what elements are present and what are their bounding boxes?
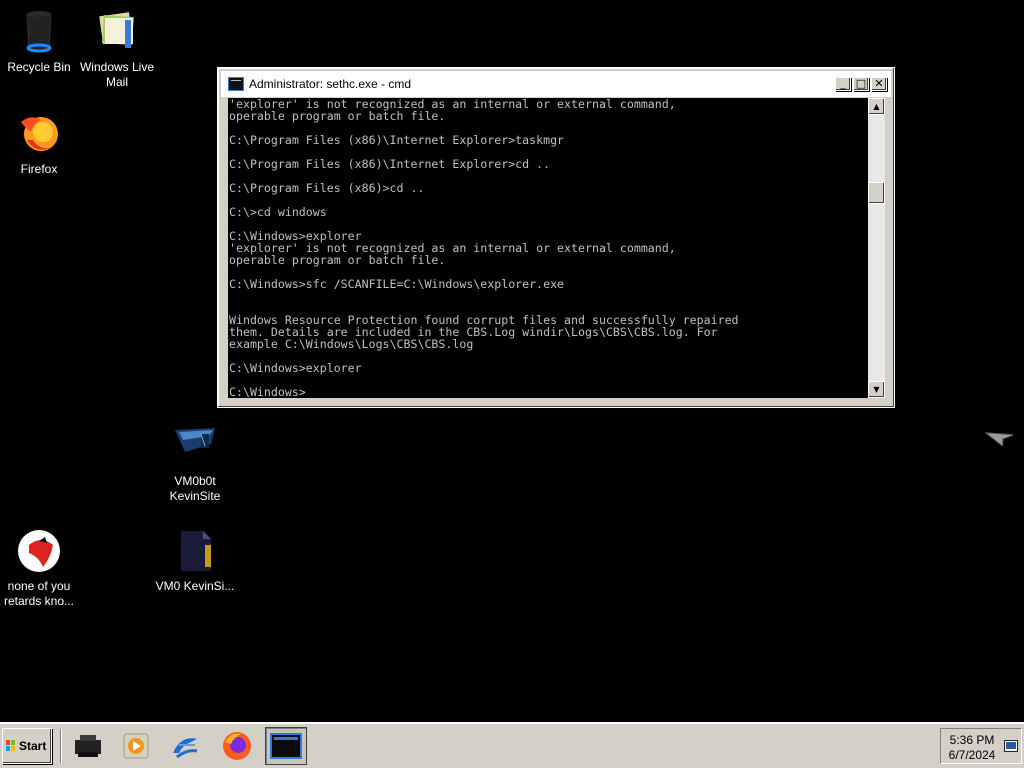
title-bar[interactable]: Administrator: sethc.exe - cmd _ □ ✕ [221,71,891,97]
window-title: Administrator: sethc.exe - cmd [249,77,412,91]
desktop-icon-vm0-kevinsite[interactable]: VM0 KevinSi... [153,527,237,594]
cmd-window[interactable]: Administrator: sethc.exe - cmd _ □ ✕ 'ex… [217,67,895,408]
taskbar-app-printer[interactable] [67,727,109,765]
recycle-bin-icon [15,8,63,56]
desktop-icon-none-of-you[interactable]: none of you retards kno... [0,527,81,609]
cmd-window-icon [228,77,244,91]
clock[interactable]: 5:36 PM 6/7/2024 [945,733,999,763]
desktop-icon-label: Recycle Bin [7,60,71,74]
console-text: 'explorer' is not recognized as an inter… [229,98,739,398]
start-label: Start [19,739,47,753]
scroll-down-button[interactable]: ▼ [868,381,885,398]
firefox-icon [15,110,63,158]
cmd-icon [270,733,302,759]
taskbar-app-cmd[interactable] [265,727,307,765]
start-button[interactable]: Start [2,728,52,764]
desktop-icon-label: Firefox [20,162,58,176]
taskbar-app-media-player[interactable] [115,727,157,765]
cursor-icon [985,432,1013,446]
windows-logo-icon [6,740,16,752]
taskbar-app-firefox[interactable] [216,727,258,765]
taskbar-app-browser[interactable] [164,727,206,765]
system-tray: 5:36 PM 6/7/2024 [940,728,1022,764]
maximize-button[interactable]: □ [853,77,869,91]
printer-icon [75,735,101,757]
desktop-icon-label: VM0b0t KevinSite [169,474,221,503]
desktop-icon-label: Windows Live Mail [79,60,155,89]
firefox-icon [223,732,251,760]
desktop-icon-firefox[interactable]: Firefox [0,110,81,177]
vertical-scrollbar[interactable]: ▲ ▼ [868,98,885,398]
close-button[interactable]: ✕ [871,77,887,91]
edge-legacy-icon [173,738,198,759]
desktop-icon-recycle-bin[interactable]: Recycle Bin [0,8,81,75]
media-player-icon [123,733,149,759]
shortcut-icon [171,422,219,470]
clock-date: 6/7/2024 [948,748,996,762]
clock-time: 5:36 PM [949,733,995,747]
mail-icon [93,8,141,56]
minimize-button[interactable]: _ [835,77,851,91]
scroll-up-button[interactable]: ▲ [868,98,885,115]
scroll-thumb[interactable] [868,182,885,204]
bird-icon [15,527,63,575]
file-icon [171,527,219,575]
taskbar: Start 5:36 PM 6/7/2024 [0,722,1024,768]
desktop-icon-vm0b0t-kevinsite[interactable]: VM0b0t KevinSite [153,422,237,504]
desktop-icon-label: none of you retards kno... [3,579,75,608]
taskbar-separator [60,729,62,763]
desktop-monitor-icon[interactable] [1004,740,1018,752]
console-output[interactable]: 'explorer' is not recognized as an inter… [228,98,868,398]
desktop-icon-label: VM0 KevinSi... [155,579,235,593]
desktop-icon-windows-live-mail[interactable]: Windows Live Mail [75,8,159,90]
